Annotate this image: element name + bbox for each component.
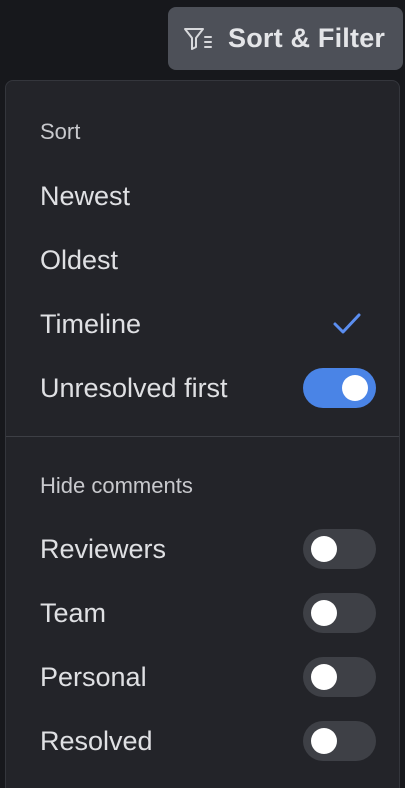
hide-personal-label: Personal <box>40 662 147 692</box>
hide-reviewers-toggle[interactable] <box>303 529 376 569</box>
sort-filter-button[interactable]: Sort & Filter <box>168 7 403 70</box>
sort-option-timeline[interactable]: Timeline <box>6 299 399 349</box>
sort-option-label: Timeline <box>40 309 142 339</box>
unresolved-first-toggle[interactable] <box>303 368 376 408</box>
hide-resolved-label: Resolved <box>40 726 153 756</box>
hide-comments-title: Hide comments <box>40 473 193 498</box>
hide-resolved-row: Resolved <box>6 716 399 766</box>
toggle-knob <box>342 375 368 401</box>
app-background: Sort & Filter Sort Newest Oldest Timelin… <box>0 0 405 788</box>
filter-icon <box>184 28 212 50</box>
hide-personal-row: Personal <box>6 652 399 702</box>
toggle-knob <box>311 664 337 690</box>
sort-filter-label: Sort & Filter <box>228 23 386 53</box>
sort-option-oldest[interactable]: Oldest <box>6 235 399 285</box>
unresolved-first-label: Unresolved first <box>40 373 228 403</box>
sort-option-label: Newest <box>40 181 131 211</box>
checkmark-icon <box>333 313 361 334</box>
hide-personal-toggle[interactable] <box>303 657 376 697</box>
sort-filter-menu: Sort Newest Oldest Timeline Unresolved f… <box>5 80 400 788</box>
hide-team-label: Team <box>40 598 107 628</box>
toggle-knob <box>311 600 337 626</box>
sort-option-label: Oldest <box>40 245 119 275</box>
hide-team-row: Team <box>6 588 399 638</box>
unresolved-first-row: Unresolved first <box>6 363 399 413</box>
hide-reviewers-row: Reviewers <box>6 524 399 574</box>
section-divider <box>6 436 399 437</box>
toggle-knob <box>311 536 337 562</box>
hide-reviewers-label: Reviewers <box>40 534 167 564</box>
sort-section-title: Sort <box>40 119 81 144</box>
toggle-knob <box>311 728 337 754</box>
hide-resolved-toggle[interactable] <box>303 721 376 761</box>
hide-team-toggle[interactable] <box>303 593 376 633</box>
sort-option-newest[interactable]: Newest <box>6 171 399 221</box>
